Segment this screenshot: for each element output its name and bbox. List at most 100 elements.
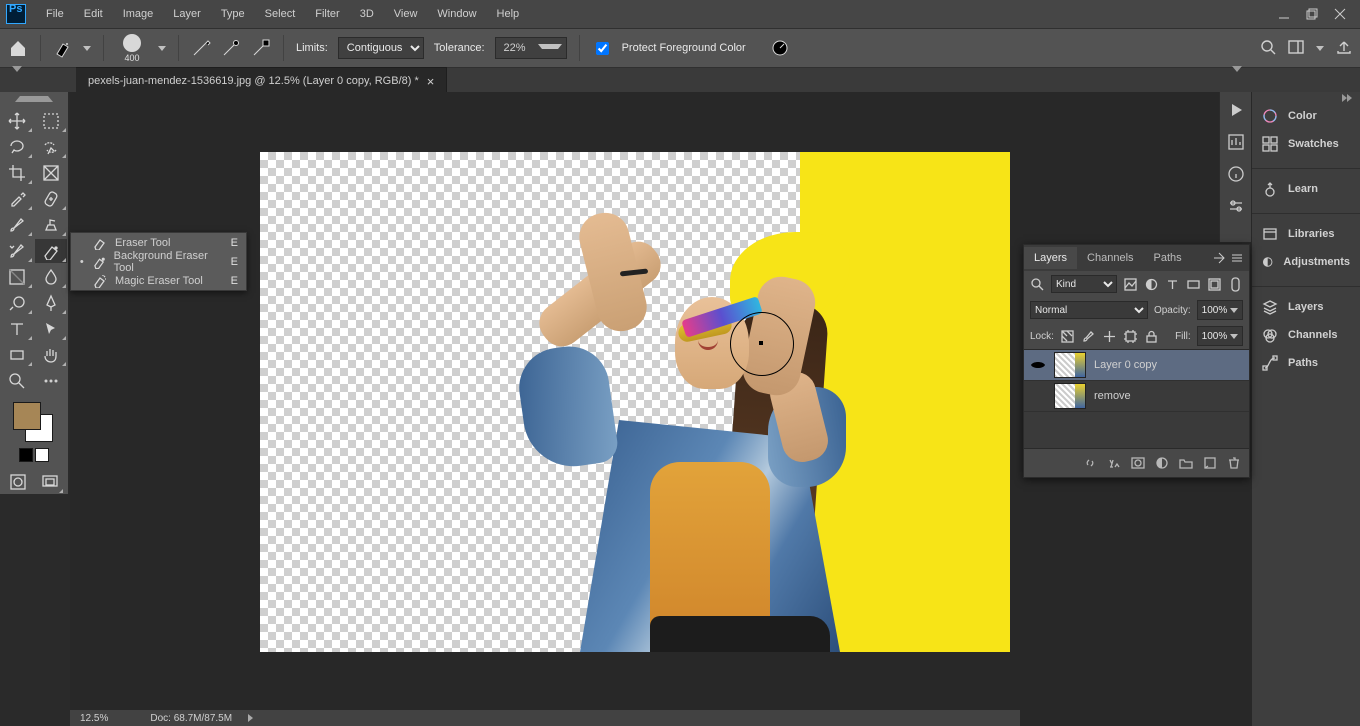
opacity-input[interactable]: 100% xyxy=(1197,300,1243,320)
filter-adjust-icon[interactable] xyxy=(1144,277,1159,292)
layer-name[interactable]: Layer 0 copy xyxy=(1094,359,1157,371)
home-icon[interactable] xyxy=(8,38,28,58)
move-tool[interactable] xyxy=(1,109,33,133)
dock-histogram-icon[interactable] xyxy=(1220,128,1252,156)
edit-toolbar[interactable] xyxy=(35,369,67,393)
tab-layers[interactable]: Layers xyxy=(1024,247,1077,269)
flyout-item-bg-eraser[interactable]: • Background Eraser Tool E xyxy=(71,252,246,271)
window-close-button[interactable] xyxy=(1326,0,1354,28)
swap-colors-icon[interactable] xyxy=(35,448,49,462)
share-icon[interactable] xyxy=(1336,39,1352,58)
adjustment-layer-icon[interactable] xyxy=(1155,456,1169,470)
filter-pixel-icon[interactable] xyxy=(1123,277,1138,292)
panel-menu-icon[interactable] xyxy=(1231,252,1243,264)
window-minimize-button[interactable] xyxy=(1270,0,1298,28)
menu-layer[interactable]: Layer xyxy=(163,3,211,25)
fill-input[interactable]: 100% xyxy=(1197,326,1243,346)
layer-thumbnail[interactable] xyxy=(1054,383,1086,409)
menu-image[interactable]: Image xyxy=(113,3,164,25)
tool-preset-dropdown-icon[interactable] xyxy=(83,46,91,51)
default-colors-icon[interactable] xyxy=(19,448,33,462)
dock-collapse-icon[interactable] xyxy=(1252,92,1360,102)
sampling-bg-swatch-icon[interactable] xyxy=(251,38,271,58)
gradient-tool[interactable] xyxy=(1,265,33,289)
layer-name[interactable]: remove xyxy=(1094,390,1131,402)
toolbox-collapse-icon[interactable] xyxy=(0,96,68,106)
menu-select[interactable]: Select xyxy=(255,3,306,25)
menu-3d[interactable]: 3D xyxy=(350,3,384,25)
new-layer-icon[interactable] xyxy=(1203,456,1217,470)
canvas[interactable] xyxy=(260,152,1010,652)
layer-fx-icon[interactable] xyxy=(1107,456,1121,470)
frame-tool[interactable] xyxy=(35,161,67,185)
rectangle-tool[interactable] xyxy=(1,343,33,367)
visibility-eye-icon[interactable] xyxy=(1030,357,1046,373)
tab-paths[interactable]: Paths xyxy=(1144,247,1192,269)
document-tab-close-icon[interactable]: × xyxy=(427,74,435,89)
marquee-tool[interactable] xyxy=(35,109,67,133)
search-icon[interactable] xyxy=(1260,39,1276,58)
dock-info-icon[interactable] xyxy=(1220,160,1252,188)
sampling-continuous-icon[interactable] xyxy=(191,38,211,58)
tab-channels[interactable]: Channels xyxy=(1077,247,1143,269)
layer-row[interactable]: remove xyxy=(1024,381,1249,412)
layer-thumbnail[interactable] xyxy=(1054,352,1086,378)
clone-stamp-tool[interactable] xyxy=(35,213,67,237)
dock-color[interactable]: Color xyxy=(1252,102,1360,130)
path-select-tool[interactable] xyxy=(35,317,67,341)
menu-view[interactable]: View xyxy=(384,3,428,25)
dock-adjustments[interactable]: Adjustments xyxy=(1252,248,1360,276)
flyout-item-magic-eraser[interactable]: Magic Eraser Tool E xyxy=(71,271,246,290)
filter-type-icon[interactable] xyxy=(1165,277,1180,292)
brush-tool[interactable] xyxy=(1,213,33,237)
quick-mask-icon[interactable] xyxy=(4,470,32,494)
menu-type[interactable]: Type xyxy=(211,3,255,25)
dock-learn[interactable]: Learn xyxy=(1252,175,1360,203)
dodge-tool[interactable] xyxy=(1,291,33,315)
lock-pixels-icon[interactable] xyxy=(1081,329,1096,344)
workspace-switcher-icon[interactable] xyxy=(1288,39,1304,58)
zoom-level[interactable]: 12.5% xyxy=(80,713,108,724)
filter-toggle-icon[interactable] xyxy=(1228,277,1243,292)
limits-select[interactable]: Contiguous xyxy=(338,37,424,59)
menu-filter[interactable]: Filter xyxy=(305,3,349,25)
lock-transparency-icon[interactable] xyxy=(1060,329,1075,344)
lock-artboard-icon[interactable] xyxy=(1123,329,1138,344)
blend-mode-select[interactable]: Normal xyxy=(1030,301,1148,319)
dock-libraries[interactable]: Libraries xyxy=(1252,220,1360,248)
foreground-color-swatch[interactable] xyxy=(13,402,41,430)
link-layers-icon[interactable] xyxy=(1083,456,1097,470)
menu-window[interactable]: Window xyxy=(427,3,486,25)
dock-channels[interactable]: Channels xyxy=(1252,321,1360,349)
pen-tool[interactable] xyxy=(35,291,67,315)
sampling-once-icon[interactable] xyxy=(221,38,241,58)
filter-shape-icon[interactable] xyxy=(1186,277,1201,292)
status-menu-icon[interactable] xyxy=(248,714,253,722)
quick-select-tool[interactable] xyxy=(35,135,67,159)
panel-dock-icon[interactable] xyxy=(1213,252,1225,264)
layer-row[interactable]: Layer 0 copy xyxy=(1024,350,1249,381)
type-tool[interactable] xyxy=(1,317,33,341)
brush-preview[interactable]: 400 xyxy=(116,30,148,66)
screen-mode-icon[interactable] xyxy=(36,470,64,494)
lasso-tool[interactable] xyxy=(1,135,33,159)
doc-info[interactable]: Doc: 68.7M/87.5M xyxy=(150,713,232,724)
pressure-icon[interactable] xyxy=(770,38,790,58)
history-brush-tool[interactable] xyxy=(1,239,33,263)
workspace-dropdown-icon[interactable] xyxy=(1316,46,1324,51)
dock-play-icon[interactable] xyxy=(1220,96,1252,124)
dock-adjust-icon[interactable] xyxy=(1220,192,1252,220)
eraser-tool[interactable] xyxy=(35,239,67,263)
filter-kind-select[interactable]: Kind xyxy=(1051,275,1117,293)
tolerance-input[interactable]: 22% xyxy=(495,37,567,59)
protect-fg-checkbox[interactable] xyxy=(596,42,609,55)
healing-tool[interactable] xyxy=(35,187,67,211)
hand-tool[interactable] xyxy=(35,343,67,367)
panel-collapse-left-icon[interactable] xyxy=(12,66,22,72)
group-icon[interactable] xyxy=(1179,456,1193,470)
lock-all-icon[interactable] xyxy=(1144,329,1159,344)
layer-mask-icon[interactable] xyxy=(1131,456,1145,470)
delete-layer-icon[interactable] xyxy=(1227,456,1241,470)
dock-layers[interactable]: Layers xyxy=(1252,293,1360,321)
dock-swatches[interactable]: Swatches xyxy=(1252,130,1360,158)
